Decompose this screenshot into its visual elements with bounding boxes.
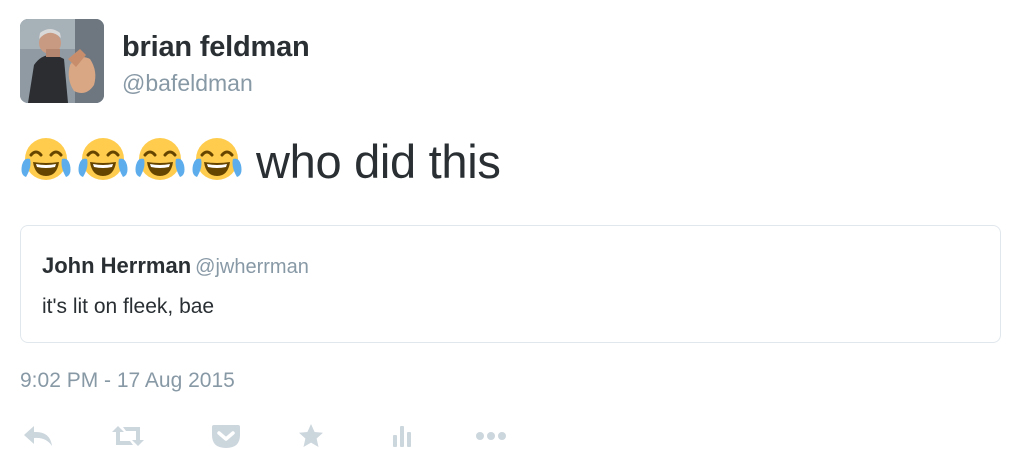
ellipsis-icon xyxy=(476,432,506,440)
avatar-photo-icon xyxy=(20,19,104,103)
star-icon xyxy=(299,424,323,447)
more-button[interactable] xyxy=(469,416,513,456)
quoted-tweet-card[interactable]: John Herrman @jwherrman it's lit on fleek… xyxy=(20,225,1001,343)
reply-button[interactable] xyxy=(18,416,58,456)
quoted-tweet-header: John Herrman @jwherrman xyxy=(42,253,309,279)
face-with-tears-of-joy-icon xyxy=(134,135,186,187)
quoted-tweet-text: it's lit on fleek, bae xyxy=(42,295,215,318)
avatar[interactable] xyxy=(20,19,104,103)
favorite-button[interactable] xyxy=(291,416,331,456)
face-with-tears-of-joy-icon xyxy=(191,135,243,187)
reply-icon xyxy=(24,426,52,446)
author-handle[interactable]: @bafeldman xyxy=(122,70,253,97)
retweet-icon xyxy=(112,426,144,446)
tweet-body-text: who did this xyxy=(256,134,501,188)
pocket-button[interactable] xyxy=(206,416,246,456)
face-with-tears-of-joy-icon xyxy=(20,135,72,187)
tweet-text: who did this xyxy=(20,134,501,188)
tweet-timestamp[interactable]: 9:02 PM - 17 Aug 2015 xyxy=(20,369,235,393)
pocket-icon xyxy=(212,425,240,448)
tweet-action-bar xyxy=(0,416,540,456)
author-display-name[interactable]: brian feldman xyxy=(122,31,310,64)
bar-chart-icon xyxy=(393,426,411,447)
face-with-tears-of-joy-icon xyxy=(77,135,129,187)
analytics-button[interactable] xyxy=(382,416,422,456)
quoted-author-handle[interactable]: @jwherrman xyxy=(195,256,309,278)
retweet-button[interactable] xyxy=(106,416,150,456)
quoted-author-name[interactable]: John Herrman xyxy=(42,253,191,278)
